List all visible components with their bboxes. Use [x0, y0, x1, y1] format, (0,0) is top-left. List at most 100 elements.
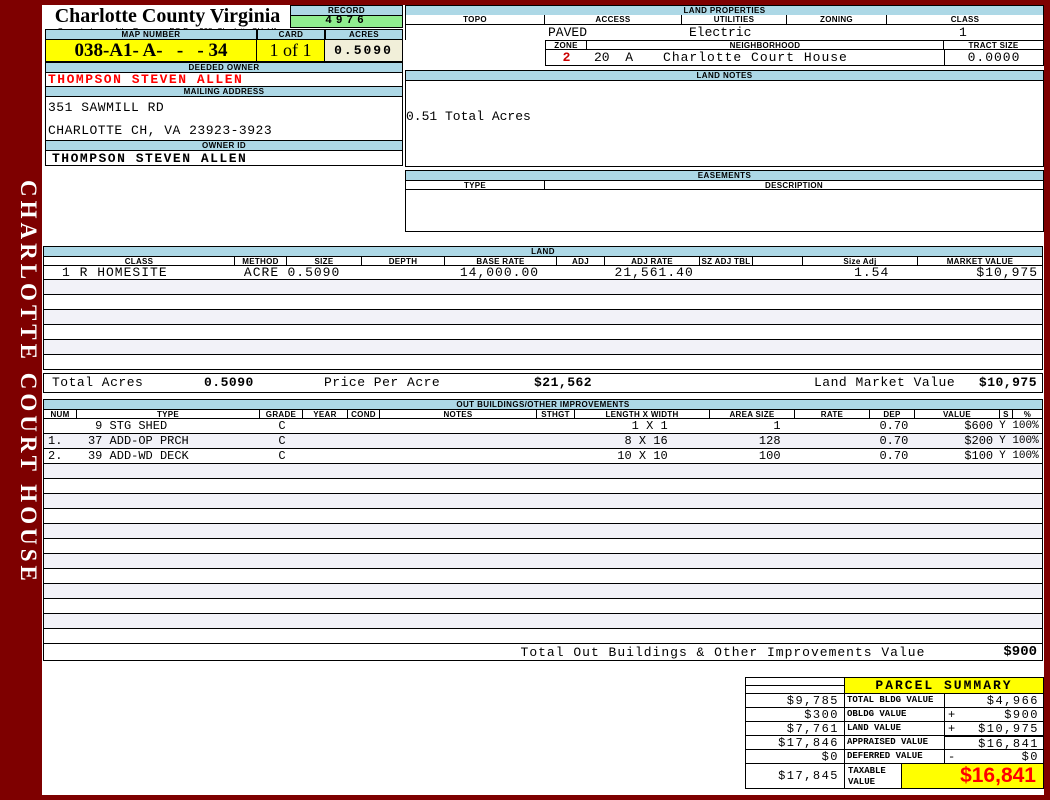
obldg-label: OBLDG VALUE [845, 707, 945, 722]
empty-row [44, 614, 1042, 629]
land-value-label: LAND VALUE [845, 721, 945, 736]
summary-row: $17,846 APPRAISED VALUE $16,841 [745, 735, 1044, 751]
out-buildings-total-value: $900 [1003, 644, 1037, 660]
empty-row [44, 494, 1042, 509]
ob-num [44, 419, 78, 433]
empty-row [44, 599, 1042, 614]
land-size-adj: 1.54 [854, 265, 890, 280]
out-buildings-total-label: Total Out Buildings & Other Improvements… [520, 644, 926, 660]
summary-row: $300 OBLDG VALUE + $900 [745, 707, 1044, 722]
obldg-value: $900 [1004, 708, 1039, 722]
prior-total-bldg: $9,785 [745, 693, 845, 708]
easement-description-header: DESCRIPTION [545, 180, 1044, 190]
easements-empty-box [405, 189, 1044, 232]
ob-col-cond: COND [348, 409, 380, 419]
total-acres-label: Total Acres [52, 375, 144, 390]
empty-row [44, 569, 1042, 584]
ob-cond [348, 449, 380, 463]
ob-col-num: NUM [43, 409, 77, 419]
prior-appraised: $17,846 [745, 735, 845, 750]
ob-rate [795, 449, 870, 463]
utilities-header: UTILITIES [682, 15, 787, 25]
op [945, 737, 962, 749]
land-market-value-label: Land Market Value [814, 375, 956, 390]
empty-row [44, 629, 1042, 644]
empty-row [44, 509, 1042, 524]
ob-cond [348, 419, 380, 433]
appraised-label: APPRAISED VALUE [845, 735, 945, 750]
land-adj [557, 266, 605, 279]
tract-size-value: 0.0000 [944, 50, 1044, 66]
ob-year [303, 419, 348, 433]
class-header: CLASS [887, 15, 1044, 25]
acres-value: 0.5090 [325, 39, 403, 62]
zone-value: 2 [545, 50, 587, 66]
ob-rate [795, 434, 870, 448]
ob-value: $100 [964, 449, 994, 463]
land-sz-adj-tbl [700, 266, 753, 279]
tract-size-header: TRACT SIZE [944, 40, 1044, 50]
neighborhood-name: Charlotte Court House [663, 50, 848, 65]
zone-header: ZONE [545, 40, 587, 50]
ob-sthgt [537, 434, 575, 448]
owner-block: Charlotte County Virginia Commissioner o… [45, 5, 403, 166]
land-adj-rate: 21,561.40 [614, 265, 694, 280]
empty-row [44, 554, 1042, 569]
ob-dep: 0.70 [879, 434, 909, 448]
ob-s-comp: Y 100% [999, 420, 1039, 432]
empty-row [44, 295, 1042, 310]
ob-value: $200 [964, 434, 994, 448]
ob-col-dep: DEP [870, 409, 915, 419]
land-base-rate: 14,000.00 [459, 265, 540, 280]
empty-row [44, 584, 1042, 599]
record-value: 4976 [290, 16, 403, 28]
zoning-header: ZONING [787, 15, 887, 25]
empty-row [44, 280, 1042, 295]
county-header: Charlotte County Virginia Commissioner o… [45, 5, 290, 36]
land-blank [753, 266, 803, 279]
ob-area-size: 128 [758, 434, 781, 448]
class-value: 1 [959, 25, 967, 40]
ob-year [303, 449, 348, 463]
county-title: Charlotte County Virginia [54, 5, 281, 27]
summary-row: $7,761 LAND VALUE + $10,975 [745, 721, 1044, 736]
land-col-blank [753, 256, 803, 266]
summary-prior-header-cells [745, 677, 845, 694]
out-buildings-table: OUT BUILDINGS/OTHER IMPROVEMENTS NUM TYP… [43, 399, 1043, 644]
map-number-value: 038-A1- A- - - 34 [45, 39, 257, 62]
out-building-row: 2. 39 ADD-WD DECK C 10 X 10 100 0.70 $10… [43, 449, 1043, 464]
ob-col-notes: NOTES [380, 409, 537, 419]
land-col-sz-adj-tbl: SZ ADJ TBL [700, 256, 753, 266]
empty-row [44, 464, 1042, 479]
ob-type: 37 ADD-OP PRCH [87, 434, 189, 448]
land-empty-rows [43, 280, 1043, 370]
empty-row [44, 479, 1042, 494]
summary-row: $9,785 TOTAL BLDG VALUE $4,966 [745, 693, 1044, 708]
land-depth [362, 266, 445, 279]
land-col-adj: ADJ [557, 256, 605, 266]
ob-area-size: 100 [758, 449, 781, 463]
empty-row [44, 355, 1042, 370]
neighborhood-header: NEIGHBORHOOD [587, 40, 944, 50]
ob-length-width: 1 X 1 [631, 419, 668, 433]
parcel-summary-title: PARCEL SUMMARY [845, 677, 1044, 694]
ob-col-grade: GRADE [260, 409, 303, 419]
ob-col-rate: RATE [795, 409, 870, 419]
topo-header: TOPO [405, 15, 545, 25]
out-building-row: 9 STG SHED C 1 X 1 1 0.70 $600 Y 100% [43, 419, 1043, 434]
land-row: 1 R HOMESITE ACRE 0.5090 14,000.00 21,56… [43, 266, 1043, 280]
land-notes-box: 0.51 Total Acres [405, 80, 1044, 167]
neighborhood-value: 20 A Charlotte Court House [587, 50, 944, 66]
address-line-3: CHARLOTTE CH, VA 23923-3923 [48, 123, 273, 138]
ob-rate [795, 419, 870, 433]
out-buildings-empty-rows [43, 464, 1043, 644]
prior-taxable: $17,845 [745, 763, 845, 789]
utilities-value: Electric [689, 25, 752, 40]
ob-s-comp: Y 100% [999, 435, 1039, 447]
land-table: LAND CLASS METHOD SIZE DEPTH BASE RATE A… [43, 246, 1043, 370]
ob-grade: C [278, 434, 286, 448]
empty-row [44, 310, 1042, 325]
ob-num: 1. [48, 434, 63, 448]
land-value-value: $10,975 [978, 722, 1039, 736]
ob-num: 2. [48, 449, 63, 463]
